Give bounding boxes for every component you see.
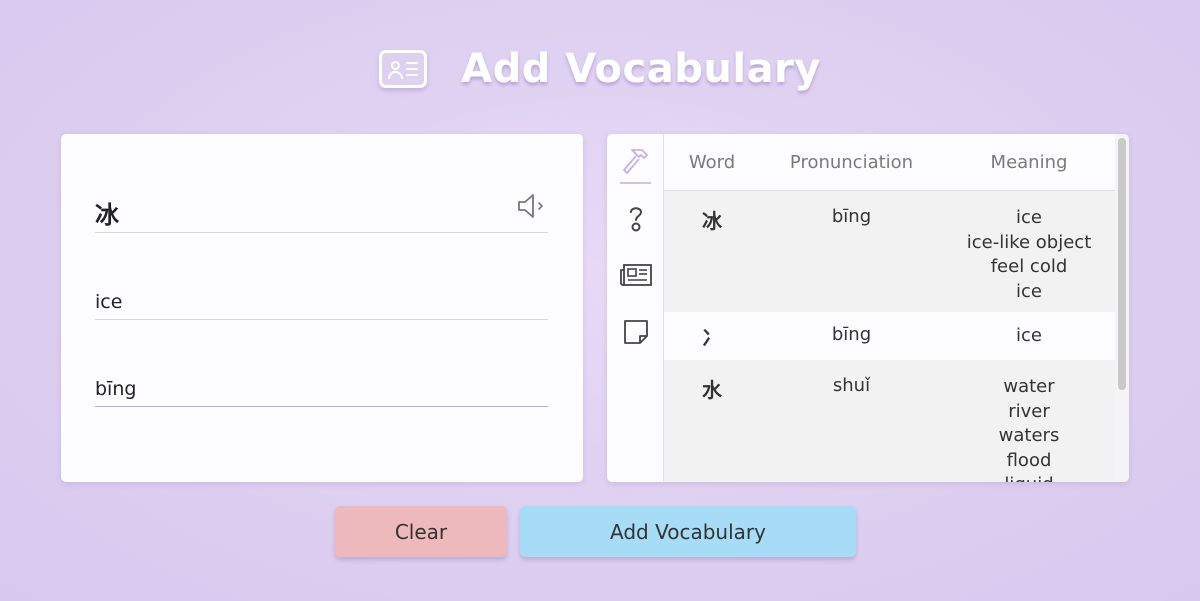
side-tab-bar [607, 134, 664, 482]
table-row[interactable]: 冫 bīng ice [664, 312, 1115, 360]
column-header-pronunciation: Pronunciation [789, 151, 914, 173]
contact-card-icon [379, 50, 428, 88]
pronunciation-input[interactable] [95, 378, 548, 406]
tab-sticky-note[interactable] [619, 315, 653, 349]
word-field-wrapper [95, 192, 548, 233]
results-scrollbar[interactable] [1115, 134, 1129, 482]
column-header-meaning: Meaning [990, 151, 1068, 173]
results-table: Word Pronunciation Meaning 冰 bīng ice ic… [664, 134, 1115, 482]
row-meanings: ice [943, 312, 1115, 360]
meaning-item: ice [1016, 280, 1042, 302]
clear-button[interactable]: Clear [335, 506, 507, 557]
speaker-icon[interactable] [516, 192, 548, 220]
hammer-icon [623, 149, 648, 174]
meaning-item: water [1003, 376, 1055, 397]
meaning-item: waters [998, 425, 1060, 446]
meaning-item: river [1008, 400, 1050, 422]
vocabulary-form [61, 134, 583, 482]
meaning-item: liquid [943, 473, 1115, 482]
meaning-item: flood [1006, 449, 1052, 471]
newspaper-icon [620, 264, 652, 286]
meaning-field-wrapper [95, 284, 548, 320]
sticky-note-icon [624, 320, 648, 344]
pronunciation-field-wrapper [95, 369, 548, 407]
row-pronunciation: bīng [831, 324, 872, 345]
tab-newspaper[interactable] [619, 258, 653, 292]
meaning-item: ice [1016, 325, 1042, 346]
row-pronunciation: bīng [831, 206, 872, 227]
row-meanings: water river waters flood liquid [943, 360, 1115, 482]
row-word: 水 [702, 378, 722, 402]
tab-question[interactable] [619, 201, 653, 235]
meaning-item: ice-like object [966, 231, 1092, 253]
add-vocabulary-button[interactable]: Add Vocabulary [520, 506, 856, 557]
meaning-item: ice [1016, 207, 1042, 228]
tab-hammer[interactable] [619, 144, 653, 184]
meaning-item: feel cold [990, 256, 1068, 277]
table-row[interactable]: 冰 bīng ice ice-like object feel cold ice [664, 191, 1115, 312]
page-title: Add Vocabulary [461, 46, 821, 92]
question-icon [629, 206, 643, 232]
page-header: Add Vocabulary [0, 44, 1200, 94]
table-header: Word Pronunciation Meaning [664, 134, 1115, 191]
table-row[interactable]: 水 shuǐ water river waters flood liquid [664, 360, 1115, 482]
row-meanings: ice ice-like object feel cold ice [943, 191, 1115, 312]
scrollbar-thumb[interactable] [1118, 138, 1126, 390]
meaning-input[interactable] [95, 291, 548, 319]
column-header-word: Word [688, 151, 736, 173]
row-word: 冰 [702, 209, 722, 233]
dictionary-results-panel: Word Pronunciation Meaning 冰 bīng ice ic… [607, 134, 1129, 482]
word-input[interactable] [95, 198, 548, 232]
row-word: 冫 [702, 326, 722, 350]
row-pronunciation: shuǐ [832, 375, 871, 396]
